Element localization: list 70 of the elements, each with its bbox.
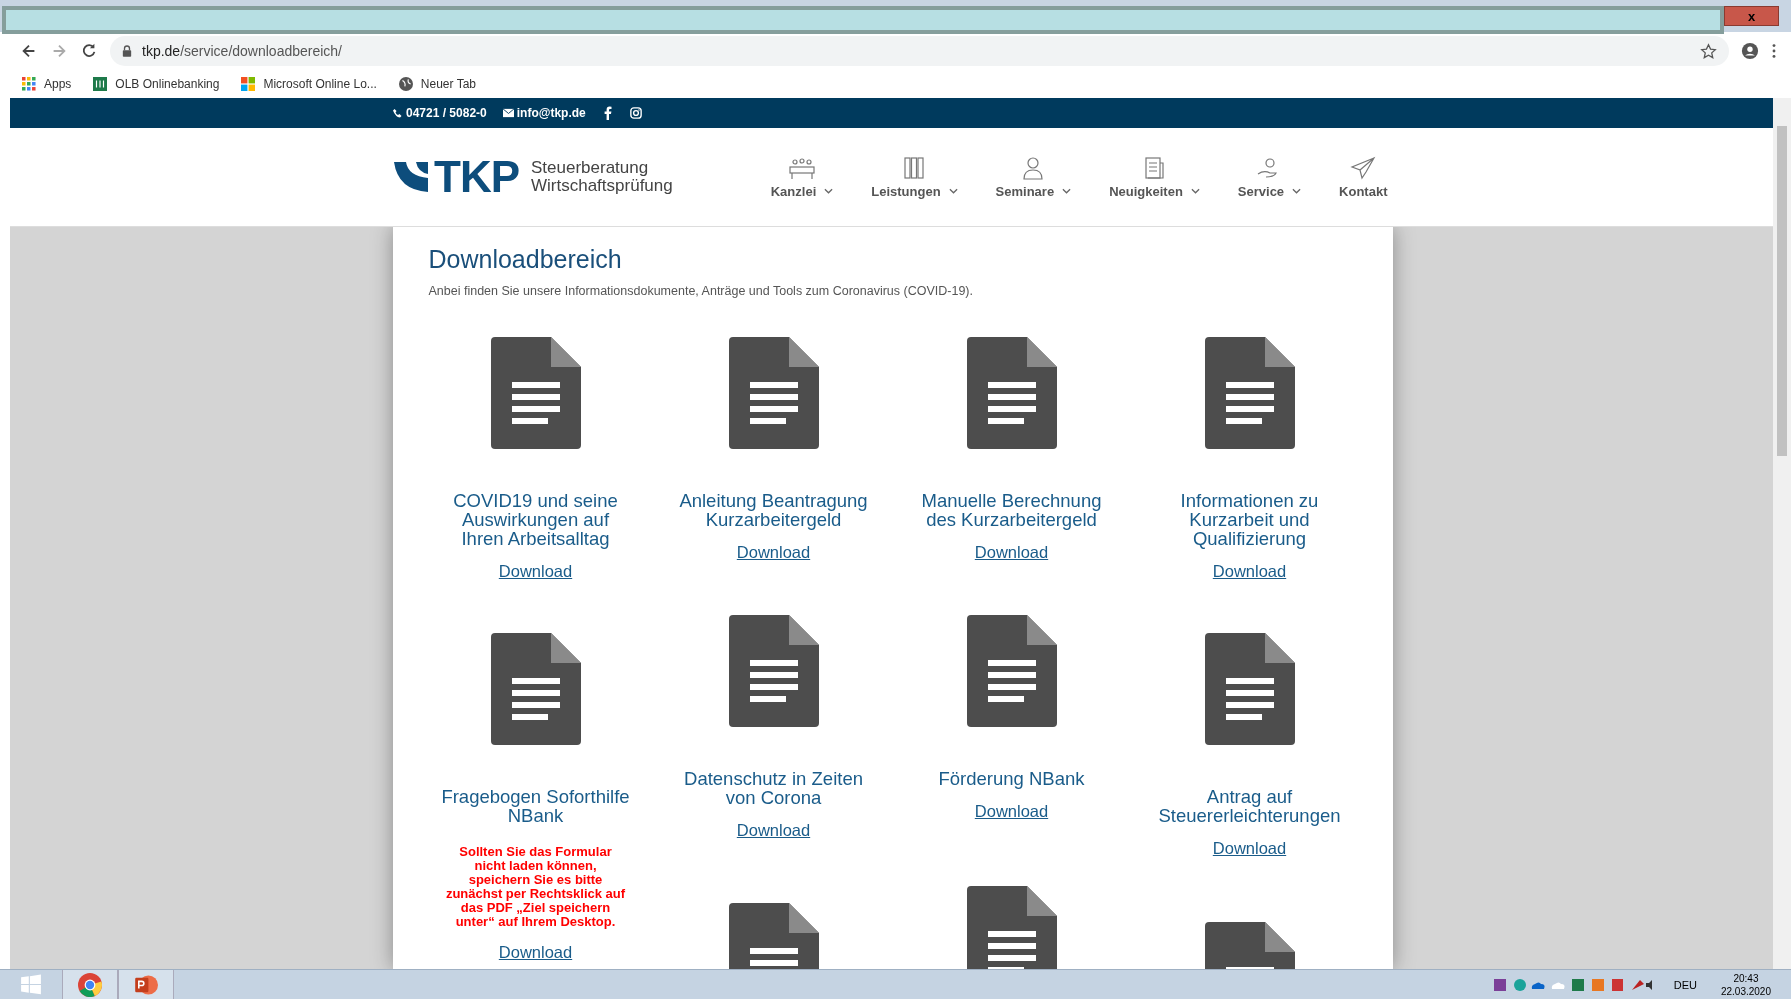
bookmark-item[interactable]: Microsoft Online Lo... [241, 77, 377, 91]
document-title: Manuelle Berechnung des Kurzarbeitergeld [920, 491, 1103, 529]
download-link[interactable]: Download [498, 562, 573, 581]
lock-icon [122, 45, 132, 57]
nav-menu-item[interactable]: Service [1237, 155, 1302, 199]
document-title: Datenschutz in Zeiten von Corona [683, 769, 864, 807]
reload-icon[interactable] [80, 42, 98, 60]
scrollbar-thumb[interactable] [1777, 126, 1787, 456]
intro-text: Anbei finden Sie unsere Informationsdokumente, Anträge und Tools zum Coronavirus (COVID-19). [428, 284, 974, 298]
grid-icon [22, 77, 36, 91]
close-button[interactable]: x [1724, 6, 1779, 26]
system-tray-icons-drawing[interactable] [1493, 977, 1654, 992]
document-title: Antrag auf Steuererleichterungen [1157, 787, 1342, 825]
chevron-down-icon [1062, 188, 1072, 194]
meeting-table-icon [787, 155, 817, 180]
bookmark-item[interactable]: Neuer Tab [398, 77, 476, 91]
download-link[interactable]: Download [498, 943, 573, 962]
document-title: COVID19 und seine Auswirkungen auf Ihren Arbeitsalltag [452, 491, 619, 548]
chrome-logo-icon [78, 972, 102, 997]
bookmark-item[interactable]: OLB Onlinebanking [93, 77, 220, 91]
nav-menu-item[interactable]: Neuigkeiten [1109, 155, 1200, 199]
address-bar[interactable]: tkp.de/service/downloadbereich/ [110, 36, 1729, 66]
document-icon[interactable] [728, 615, 819, 727]
nav-menu-item[interactable]: Kanzlei [770, 155, 834, 199]
document-title: Informationen zu Kurzarbeit und Qualifizierung [1179, 491, 1320, 548]
chevron-down-icon [948, 188, 958, 194]
document-icon[interactable] [490, 337, 581, 449]
windows-logo-icon [241, 77, 256, 91]
instagram-icon[interactable] [629, 106, 642, 120]
bookmark-item[interactable]: Apps [22, 77, 72, 91]
nav-menu-item[interactable]: Leistungen [871, 155, 958, 199]
document-icon[interactable] [728, 337, 819, 449]
document-icon[interactable] [1204, 633, 1295, 745]
phone-icon [392, 108, 403, 118]
chevron-down-icon [824, 188, 834, 194]
scrollbar[interactable] [1773, 98, 1791, 969]
nav-menu-item[interactable]: Kontakt [1339, 155, 1388, 199]
page-heading: Downloadbereich [428, 245, 623, 274]
download-link[interactable]: Download [974, 543, 1049, 562]
email-link[interactable]: info@tkp.de [502, 106, 586, 120]
nav-menu-item[interactable]: Seminare [995, 155, 1072, 199]
logo-mark-icon [394, 162, 428, 192]
document-title: Anleitung Beantragung Kurzarbeitergeld [678, 491, 869, 529]
document-icon[interactable] [966, 337, 1057, 449]
download-link[interactable]: Download [736, 543, 811, 562]
download-link[interactable]: Download [736, 821, 811, 840]
document-icon[interactable] [490, 633, 581, 745]
warning-note: Sollten Sie das Formular nicht laden können, speichern Sie es bitte zunächst per Rechtsklick auf das PDF „Ziel speichern unter“ auf Ihrem Desktop. [444, 845, 627, 929]
download-link[interactable]: Download [974, 802, 1049, 821]
taskbar-app[interactable] [62, 970, 118, 999]
document-title: Fragebogen Soforthilfe NBank [440, 787, 631, 825]
star-icon[interactable] [1700, 42, 1717, 60]
menu-icon[interactable] [1771, 42, 1777, 60]
document-icon[interactable] [1204, 337, 1295, 449]
input-language[interactable]: DEU [1673, 978, 1697, 991]
taskbar-app[interactable] [118, 970, 174, 999]
download-link[interactable]: Download [1212, 839, 1287, 858]
document-title: Förderung NBank [937, 769, 1086, 788]
document-icon[interactable] [966, 886, 1057, 969]
phone-link[interactable]: 04721 / 5082-0 [392, 106, 487, 120]
bank-logo-icon [93, 77, 108, 91]
clock[interactable]: 20:43 22.03.2020 [1720, 971, 1771, 998]
document-icon[interactable] [966, 615, 1057, 727]
account-icon[interactable] [1741, 42, 1759, 60]
chevron-down-icon [1190, 188, 1200, 194]
envelope-icon [502, 108, 514, 118]
presentation-app-icon [134, 972, 158, 997]
chevron-down-icon [1292, 188, 1302, 194]
globe-icon [398, 77, 413, 91]
download-link[interactable]: Download [1212, 562, 1287, 581]
